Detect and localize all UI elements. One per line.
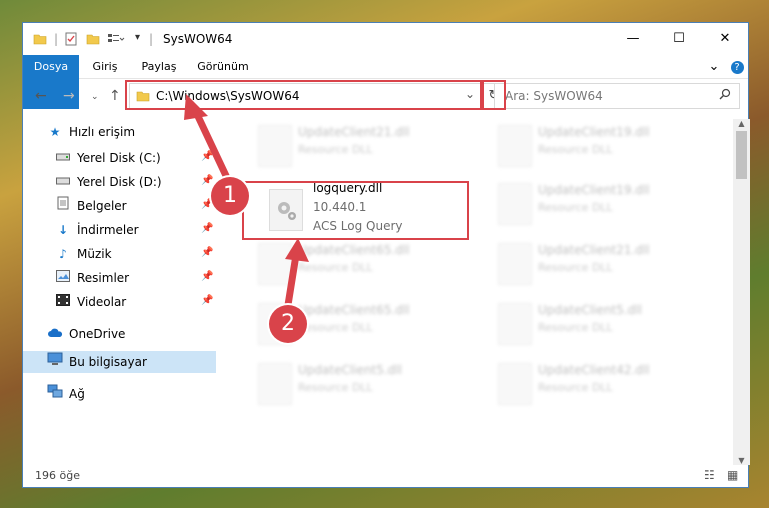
- callout-badge-2: 2: [269, 305, 307, 343]
- callout-badge-1: 1: [211, 177, 249, 215]
- arrow-1: [184, 94, 232, 184]
- callout-arrows: [184, 94, 309, 309]
- arrow-2: [284, 238, 309, 309]
